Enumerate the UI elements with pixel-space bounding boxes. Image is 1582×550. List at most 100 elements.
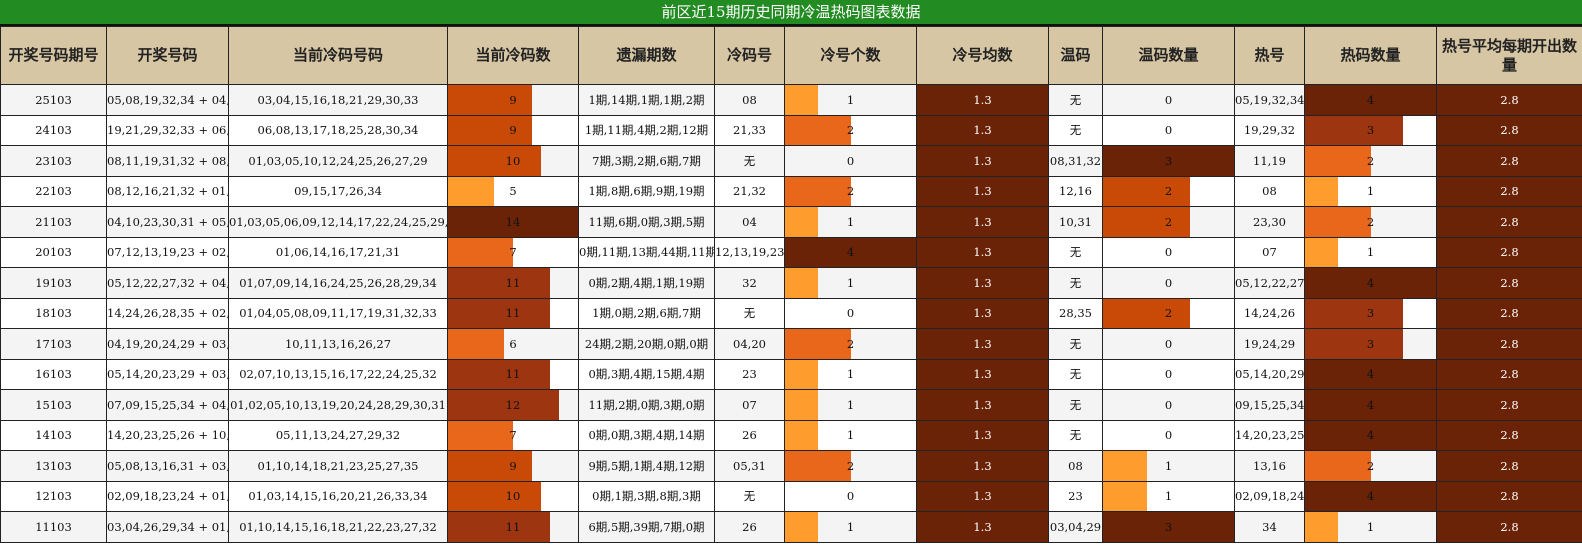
cell-hot-avg: 2.8 <box>1436 175 1582 207</box>
cell-cold-num-count-bar <box>785 85 818 115</box>
cell-cold-count: 11 <box>447 511 579 543</box>
cell-cold-nums: 04 <box>714 206 785 238</box>
cell-period: 23103 <box>0 145 107 177</box>
cell-numbers: 08,12,16,21,32 + 01,12 <box>106 175 229 207</box>
cell-miss: 11期,6期,0期,3期,5期 <box>578 206 715 238</box>
cell-numbers: 19,21,29,32,33 + 06,08 <box>106 114 229 146</box>
cell-hot-avg: 2.8 <box>1436 297 1582 329</box>
cell-warm-count-value: 3 <box>1164 519 1173 534</box>
cell-warm-count-value: 0 <box>1164 275 1173 290</box>
cell-cold-current: 06,08,13,17,18,25,28,30,34 <box>228 114 448 146</box>
cell-cold-nums: 05,31 <box>714 450 785 482</box>
cell-hot-count: 3 <box>1304 297 1437 329</box>
cell-hot-avg: 2.8 <box>1436 480 1582 512</box>
cell-cold-nums: 04,20 <box>714 328 785 360</box>
cell-cold-num-count: 0 <box>784 145 917 177</box>
cell-hot: 14,20,23,25 <box>1234 419 1305 451</box>
cell-cold-current: 09,15,17,26,34 <box>228 175 448 207</box>
cell-numbers: 02,09,18,23,24 + 01,04 <box>106 480 229 512</box>
table-row: 1510307,09,15,25,34 + 04,1001,02,05,10,1… <box>0 389 1582 421</box>
cell-hot: 09,15,25,34 <box>1234 389 1305 421</box>
col-header-warm: 温码 <box>1048 26 1103 85</box>
cell-hot: 07 <box>1234 236 1305 268</box>
cell-period: 15103 <box>0 389 107 421</box>
cell-cold-num-count-value: 1 <box>846 519 855 534</box>
cell-cold-count-bar <box>448 298 551 328</box>
cell-numbers: 07,09,15,25,34 + 04,10 <box>106 389 229 421</box>
cell-hot: 05,19,32,34 <box>1234 84 1305 116</box>
cell-period: 13103 <box>0 450 107 482</box>
cell-cold-num-count-bar <box>785 115 851 145</box>
cell-cold-count-value: 7 <box>509 245 517 260</box>
cell-cold-num-count: 2 <box>784 175 917 207</box>
cell-warm-count-value: 0 <box>1164 397 1173 412</box>
cell-cold-num-count-bar <box>785 390 818 420</box>
cell-numbers: 08,11,19,31,32 + 08,11 <box>106 145 229 177</box>
cell-cold-count: 9 <box>447 450 579 482</box>
cell-cold-count: 11 <box>447 358 579 390</box>
cell-cold-nums: 21,33 <box>714 114 785 146</box>
cell-warm-count-value: 2 <box>1164 214 1173 229</box>
cell-warm-count-value: 1 <box>1164 458 1173 473</box>
cell-hot-avg: 2.8 <box>1436 511 1582 543</box>
cell-hot: 34 <box>1234 511 1305 543</box>
cell-hot-count-bar <box>1305 298 1404 328</box>
cell-hot-count-value: 4 <box>1366 92 1375 107</box>
cell-hot-count-value: 1 <box>1366 519 1375 534</box>
cell-cold-count: 7 <box>447 419 579 451</box>
table-body: 2510305,08,19,32,34 + 04,0503,04,15,16,1… <box>0 84 1582 543</box>
cell-hot-count-value: 3 <box>1366 336 1375 351</box>
cell-hot-avg: 2.8 <box>1436 145 1582 177</box>
cell-cold-nums: 23 <box>714 358 785 390</box>
cell-period: 20103 <box>0 236 107 268</box>
cell-cold-num-count-value: 0 <box>846 489 855 504</box>
cell-cold-count: 14 <box>447 206 579 238</box>
cell-cold-num-count-value: 4 <box>846 245 855 260</box>
cell-warm-count: 3 <box>1102 145 1235 177</box>
cell-cold-avg: 1.3 <box>916 114 1049 146</box>
cell-warm-count-value: 2 <box>1164 184 1173 199</box>
cell-cold-count: 6 <box>447 328 579 360</box>
cold-warm-hot-table: 开奖号码期号 开奖号码 当前冷码号码 当前冷码数 遗漏期数 冷码号 冷号个数 冷… <box>0 26 1582 543</box>
cell-warm: 无 <box>1048 84 1103 116</box>
cell-warm-count: 0 <box>1102 84 1235 116</box>
cell-warm: 无 <box>1048 358 1103 390</box>
cell-warm-count: 2 <box>1102 297 1235 329</box>
col-header-hot: 热号 <box>1234 26 1305 85</box>
cell-hot-count-value: 4 <box>1366 367 1375 382</box>
cell-period: 24103 <box>0 114 107 146</box>
cell-miss: 6期,5期,39期,7期,0期 <box>578 511 715 543</box>
cell-hot-count: 3 <box>1304 328 1437 360</box>
cell-hot-avg: 2.8 <box>1436 328 1582 360</box>
table-row: 2010307,12,13,19,23 + 02,0801,06,14,16,1… <box>0 236 1582 268</box>
cell-cold-num-count-bar <box>785 420 818 450</box>
cell-cold-num-count-bar <box>785 268 818 298</box>
table-row: 1710304,19,20,24,29 + 03,0410,11,13,16,2… <box>0 328 1582 360</box>
cell-period: 21103 <box>0 206 107 238</box>
cell-cold-avg: 1.3 <box>916 84 1049 116</box>
cell-warm-count: 3 <box>1102 511 1235 543</box>
cell-period: 18103 <box>0 297 107 329</box>
cell-warm-count-value: 3 <box>1164 153 1173 168</box>
cell-cold-nums: 07 <box>714 389 785 421</box>
cell-cold-num-count: 1 <box>784 419 917 451</box>
cell-warm-count-value: 2 <box>1164 306 1173 321</box>
cell-warm-count-value: 0 <box>1164 336 1173 351</box>
cell-warm-count: 2 <box>1102 206 1235 238</box>
cell-cold-current: 10,11,13,16,26,27 <box>228 328 448 360</box>
cell-cold-current: 01,03,05,10,12,24,25,26,27,29 <box>228 145 448 177</box>
cell-cold-num-count-bar <box>785 329 851 359</box>
cell-warm-count: 0 <box>1102 328 1235 360</box>
col-header-miss: 遗漏期数 <box>578 26 715 85</box>
cell-hot-avg: 2.8 <box>1436 84 1582 116</box>
cell-hot-count-bar <box>1305 512 1338 542</box>
cell-period: 25103 <box>0 84 107 116</box>
cell-hot-count-value: 4 <box>1366 397 1375 412</box>
table-row: 2110304,10,23,30,31 + 05,1101,03,05,06,0… <box>0 206 1582 238</box>
cell-hot-count: 1 <box>1304 236 1437 268</box>
cell-cold-count-value: 14 <box>505 214 521 229</box>
cell-hot-count-value: 1 <box>1366 245 1375 260</box>
col-header-cold-num-count: 冷号个数 <box>784 26 917 85</box>
cell-cold-num-count-bar <box>785 176 851 206</box>
cell-warm: 无 <box>1048 267 1103 299</box>
